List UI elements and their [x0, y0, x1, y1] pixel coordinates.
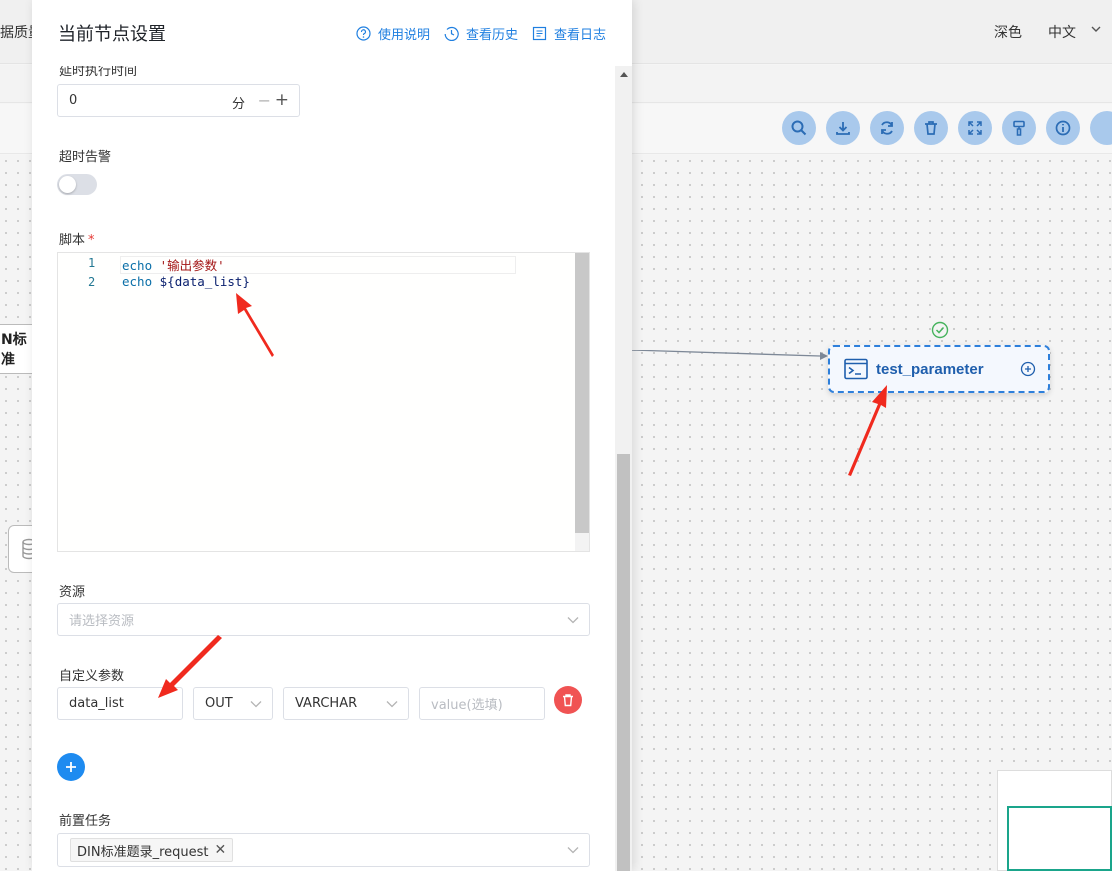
delay-unit: 分 [231, 97, 245, 112]
line-number: 1 [88, 256, 96, 270]
script-label-text: 脚本 [59, 233, 86, 248]
history-link-label: 查看历史 [465, 28, 518, 43]
history-link[interactable]: 查看历史 [444, 24, 518, 43]
delay-label: 延时执行时间 [59, 66, 138, 79]
code-line[interactable]: echo '输出参数' [122, 255, 225, 274]
code-variable: ${data_list} [159, 274, 250, 289]
param-direction-value: OUT [205, 696, 233, 711]
resource-select[interactable]: 请选择资源 [57, 603, 590, 636]
fullscreen-button[interactable] [958, 111, 992, 145]
param-name-value: data_list [69, 696, 124, 711]
refresh-icon [881, 121, 893, 135]
delete-param-button[interactable] [554, 686, 582, 714]
delay-value: 0 [69, 93, 78, 108]
drawer-title: 当前节点设置 [58, 24, 166, 45]
drawer-scroll-thumb[interactable] [617, 454, 630, 871]
line-number: 2 [88, 275, 96, 289]
info-icon [1055, 120, 1071, 136]
increment-button[interactable]: + [275, 90, 289, 110]
pre-task-tag-label: DIN标准题录_request [77, 844, 209, 860]
chevron-down-icon [250, 700, 262, 707]
code-line[interactable]: echo ${data_list} [122, 274, 250, 289]
required-mark: * [88, 233, 95, 248]
info-button[interactable] [1046, 111, 1080, 145]
delay-input[interactable]: 0 分 − + [57, 84, 300, 117]
theme-switch[interactable]: 深色 [994, 22, 1022, 42]
close-icon[interactable]: ✕ [215, 842, 227, 858]
task-node-label: test_parameter [876, 360, 984, 378]
editor-scrollbar[interactable] [575, 253, 589, 551]
chevron-down-icon [1091, 26, 1101, 32]
shell-terminal-icon [844, 358, 868, 380]
add-circle-icon[interactable] [1020, 361, 1036, 377]
upstream-task-node[interactable]: N标准 [0, 324, 36, 374]
code-keyword: echo [122, 258, 153, 273]
decrement-button[interactable]: − [258, 91, 271, 110]
pre-tasks-label: 前置任务 [59, 814, 112, 829]
fullscreen-icon [968, 121, 982, 135]
trash-icon [925, 121, 937, 135]
param-value-input[interactable]: value(选填) [419, 687, 545, 720]
toggle-knob [59, 176, 76, 193]
drawer-scrollbar[interactable] [615, 66, 632, 871]
help-link-label: 使用说明 [377, 28, 430, 43]
param-type-value: VARCHAR [295, 696, 358, 711]
delete-button[interactable] [914, 111, 948, 145]
node-settings-drawer: 当前节点设置 使用说明 查看历史 查看日志 延时执行时间 0 分 − + 超时告… [32, 0, 632, 871]
code-keyword: echo [122, 274, 153, 289]
script-editor[interactable]: 1 2 echo '输出参数' echo ${data_list} [57, 252, 590, 552]
code-string: '输出参数' [159, 258, 225, 273]
timeout-alarm-toggle[interactable] [57, 174, 97, 195]
pre-task-tag: DIN标准题录_request ✕ [70, 838, 234, 862]
minimap-viewport[interactable] [1007, 806, 1112, 871]
language-select[interactable]: 中文 [1048, 22, 1076, 42]
custom-params-label: 自定义参数 [59, 669, 125, 684]
plus-icon [66, 762, 76, 772]
check-circle-icon [931, 321, 949, 339]
trash-icon [563, 694, 573, 707]
script-label: 脚本 * [59, 229, 95, 248]
refresh-button[interactable] [870, 111, 904, 145]
download-button[interactable] [826, 111, 860, 145]
question-circle-icon [356, 26, 371, 41]
drawer-header: 当前节点设置 使用说明 查看历史 查看日志 [32, 0, 632, 66]
resource-placeholder: 请选择资源 [69, 614, 135, 629]
chevron-down-icon [386, 700, 398, 707]
drawer-header-links: 使用说明 查看历史 查看日志 [356, 24, 606, 43]
help-link[interactable]: 使用说明 [356, 24, 430, 43]
param-direction-select[interactable]: OUT [193, 687, 273, 720]
search-icon [791, 120, 807, 136]
chevron-down-icon [567, 616, 579, 623]
resource-label: 资源 [59, 585, 86, 600]
param-value-placeholder: value(选填) [431, 698, 503, 713]
param-type-select[interactable]: VARCHAR [283, 687, 409, 720]
search-button[interactable] [782, 111, 816, 145]
document-icon [532, 26, 547, 41]
clock-icon [444, 26, 459, 41]
param-name-input[interactable]: data_list [57, 687, 183, 720]
format-button[interactable] [1002, 111, 1036, 145]
pre-tasks-select[interactable]: DIN标准题录_request ✕ [57, 833, 590, 867]
line-number-gutter: 1 2 [58, 253, 118, 551]
timeout-alarm-label: 超时告警 [59, 150, 112, 165]
format-painter-icon [1013, 120, 1025, 136]
log-link[interactable]: 查看日志 [532, 24, 606, 43]
chevron-down-icon [567, 847, 579, 854]
add-param-button[interactable] [57, 753, 85, 781]
dag-edge [630, 350, 828, 360]
task-node[interactable]: test_parameter [828, 345, 1050, 393]
drawer-form: 延时执行时间 0 分 − + 超时告警 脚本 * 1 2 echo '输出参数' … [32, 66, 615, 871]
download-icon [836, 122, 850, 135]
log-link-label: 查看日志 [553, 28, 606, 43]
scroll-up-arrow-icon[interactable] [620, 72, 628, 77]
editor-scroll-thumb[interactable] [575, 253, 589, 533]
